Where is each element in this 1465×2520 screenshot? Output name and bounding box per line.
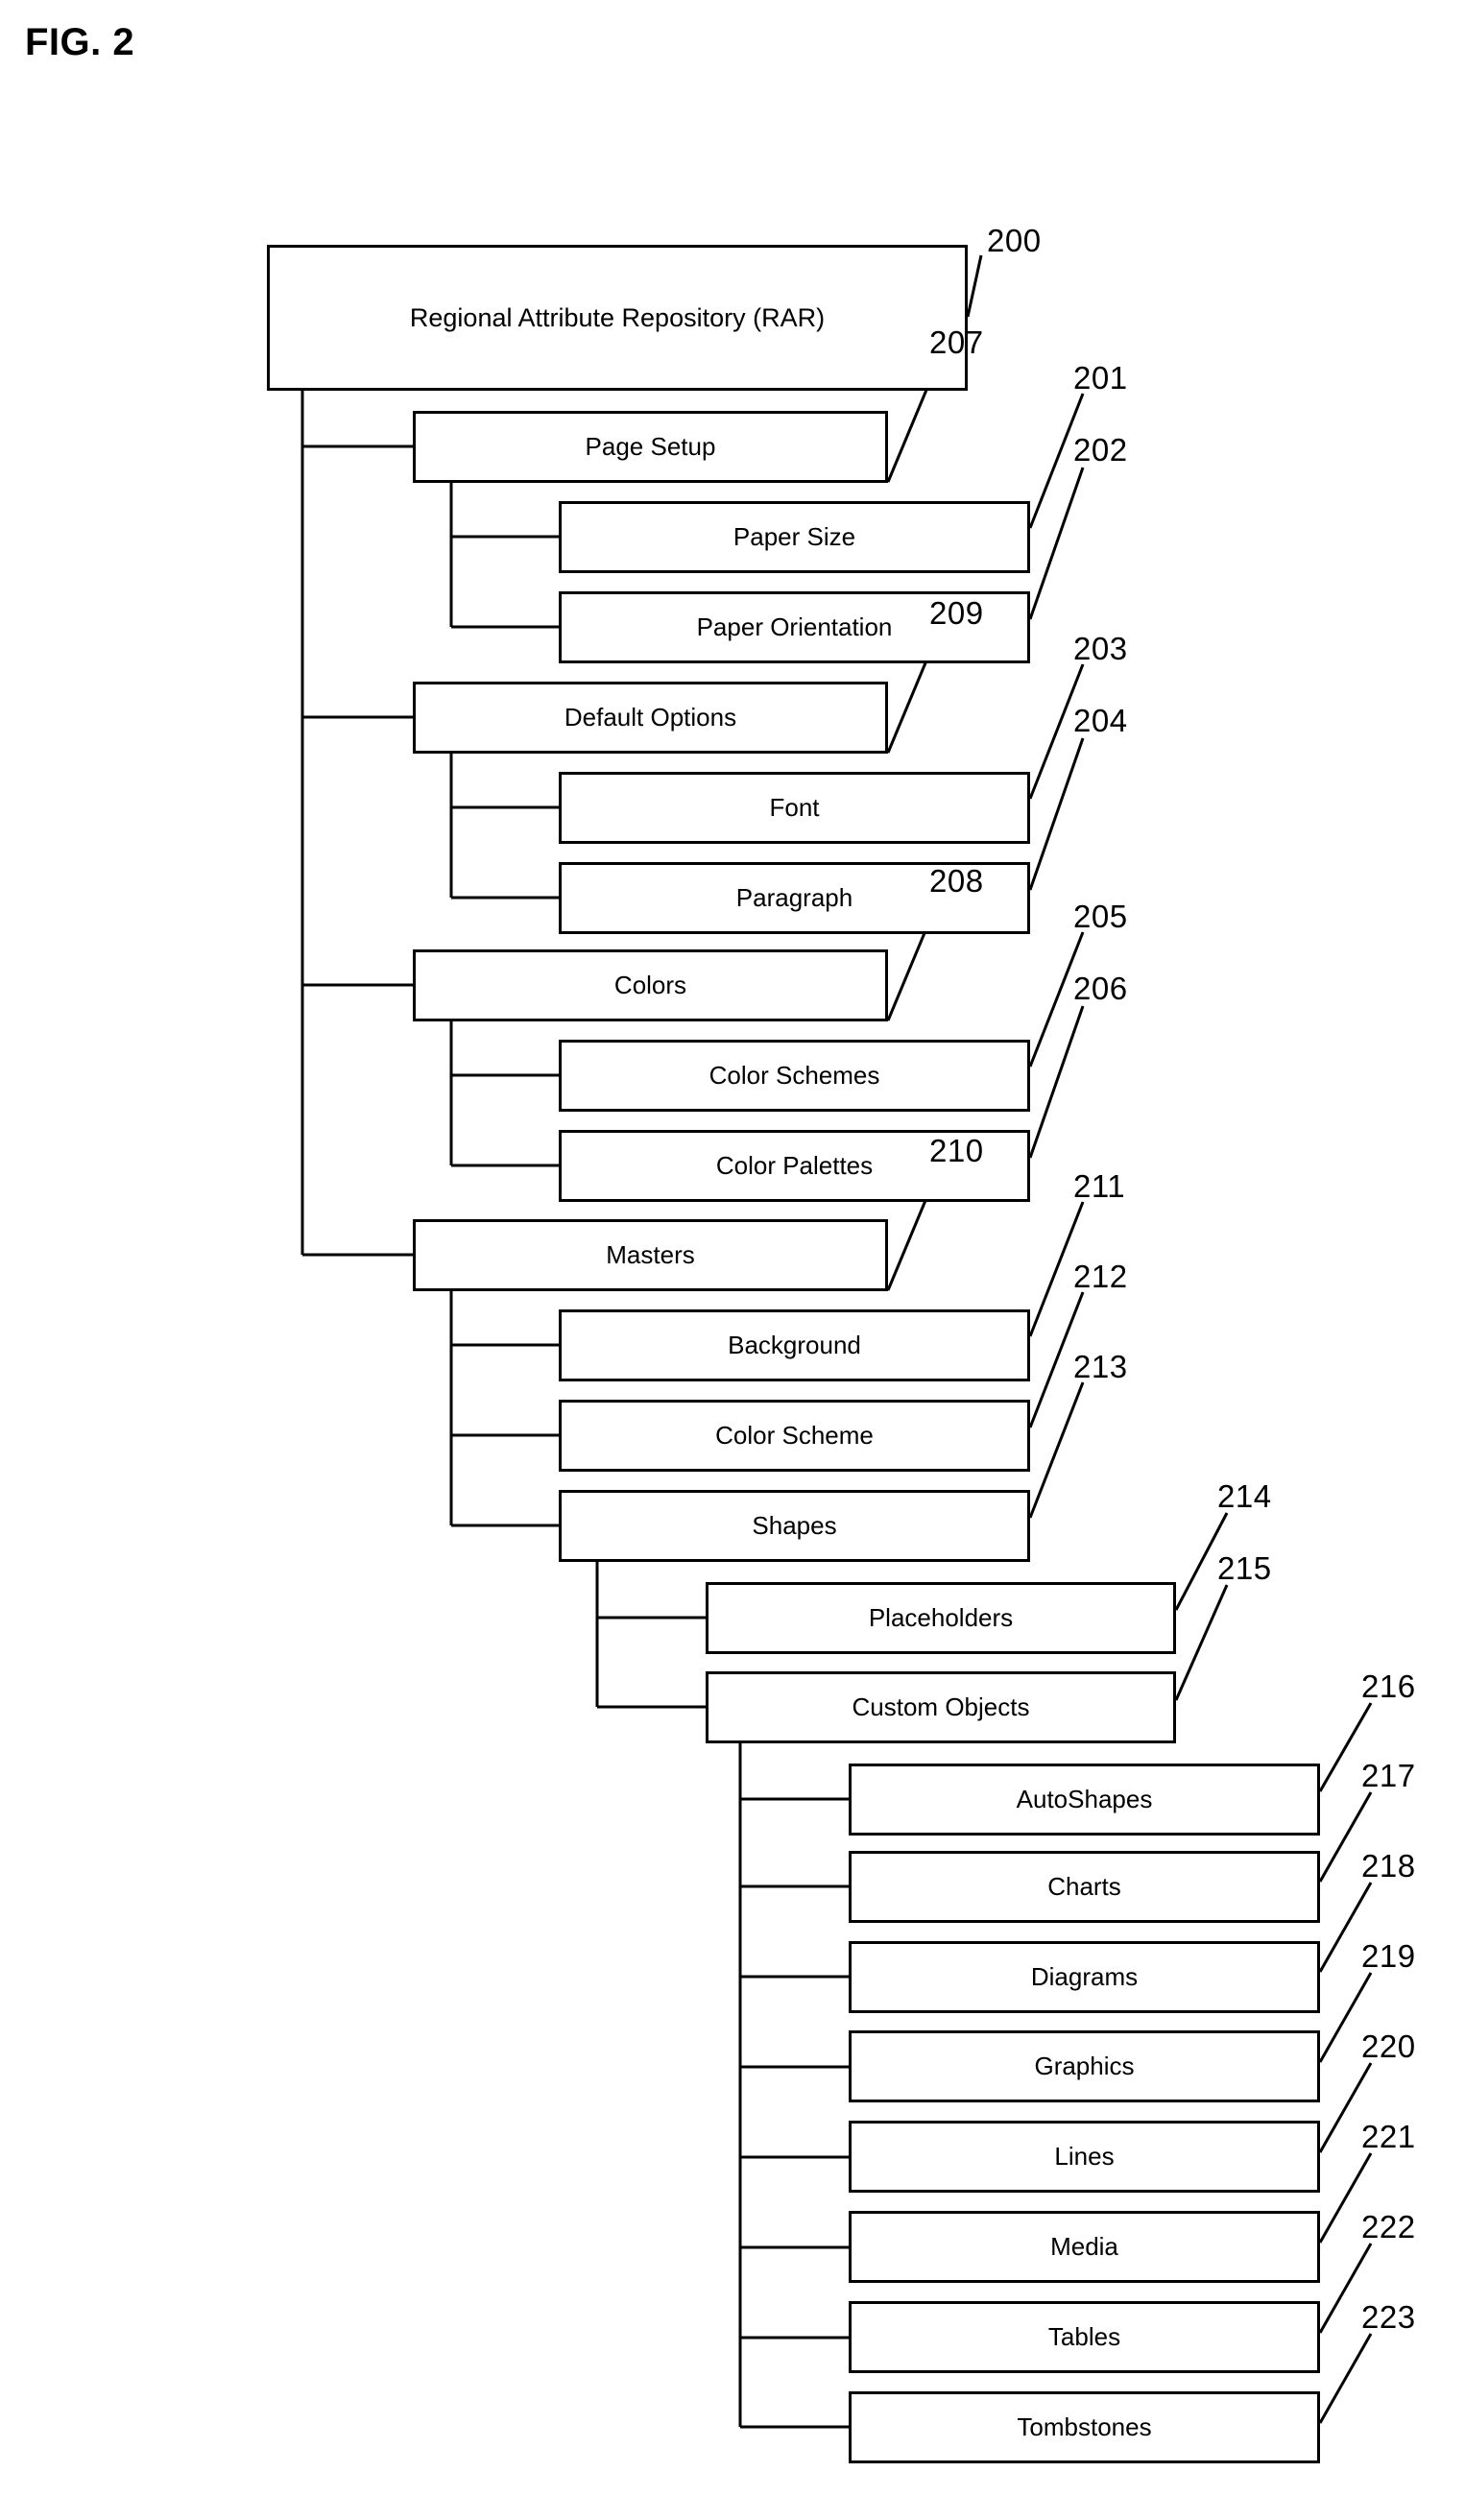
node-label-213: Shapes [752,1511,837,1540]
node-box-208: Colors [413,949,888,1021]
node-box-203: Font [559,772,1030,844]
reference-number-207: 207 [929,324,984,360]
node-label-210: Masters [606,1240,695,1269]
node-label-221: Media [1050,2232,1118,2261]
leader-line-204 [1028,737,1085,891]
node-label-207: Page Setup [585,432,716,461]
reference-number-205: 205 [1073,899,1128,934]
reference-number-216: 216 [1361,1668,1416,1704]
reference-number-206: 206 [1073,971,1128,1006]
leader-line-213 [1028,1381,1085,1519]
node-box-207: Page Setup [413,411,888,483]
node-box-201: Paper Size [559,501,1030,573]
leader-line-206 [1028,1005,1085,1159]
node-box-211: Background [559,1309,1030,1381]
node-label-209: Default Options [564,703,737,732]
leader-line-215 [1174,1584,1229,1701]
node-label-219: Graphics [1034,2052,1135,2080]
node-box-209: Default Options [413,682,888,754]
node-box-215: Custom Objects [706,1671,1176,1743]
reference-number-212: 212 [1073,1259,1128,1294]
node-label-204: Paragraph [735,883,853,912]
leader-line-202 [1028,467,1085,620]
node-box-213: Shapes [559,1490,1030,1562]
node-label-216: AutoShapes [1016,1785,1153,1813]
node-box-216: AutoShapes [849,1764,1320,1836]
node-label-211: Background [728,1331,861,1359]
node-label-212: Color Scheme [715,1421,874,1450]
node-label-208: Colors [613,971,687,999]
reference-number-217: 217 [1361,1758,1416,1793]
node-label-217: Charts [1047,1872,1121,1901]
node-box-220: Lines [849,2121,1320,2193]
reference-number-203: 203 [1073,631,1128,666]
reference-number-208: 208 [929,863,984,899]
leader-line-200 [966,254,983,318]
node-label-202: Paper Orientation [696,612,893,641]
reference-number-215: 215 [1217,1550,1272,1586]
reference-number-211: 211 [1073,1168,1126,1204]
hierarchy-diagram: Regional Attribute Repository (RAR) Page … [0,0,1465,2520]
node-label-220: Lines [1054,2142,1115,2171]
leader-line-223 [1318,2333,1373,2424]
reference-number-210: 210 [929,1133,984,1168]
node-label-223: Tombstones [1017,2412,1152,2441]
node-box-222: Tables [849,2301,1320,2373]
reference-number-209: 209 [929,595,984,631]
node-label-205: Color Schemes [708,1061,880,1090]
reference-number-201: 201 [1073,360,1128,396]
node-label-222: Tables [1047,2322,1121,2351]
node-box-219: Graphics [849,2030,1320,2102]
node-box-205: Color Schemes [559,1040,1030,1112]
node-box-223: Tombstones [849,2391,1320,2463]
reference-number-223: 223 [1361,2299,1416,2335]
node-label-203: Font [769,793,820,822]
node-box-218: Diagrams [849,1941,1320,2013]
reference-number-200: 200 [987,223,1042,258]
node-box-210: Masters [413,1219,888,1291]
node-box-217: Charts [849,1851,1320,1923]
node-label-206: Color Palettes [715,1151,874,1180]
reference-number-222: 222 [1361,2209,1416,2244]
node-label-218: Diagrams [1030,1962,1139,1991]
node-box-214: Placeholders [706,1582,1176,1654]
node-label-214: Placeholders [868,1603,1014,1632]
node-label-201: Paper Size [732,522,856,551]
figure-page: FIG. 2 Regional Attribute Repository (RA… [0,0,1465,2520]
reference-number-220: 220 [1361,2028,1416,2064]
reference-number-221: 221 [1361,2119,1416,2154]
node-label-215: Custom Objects [852,1692,1030,1721]
reference-number-213: 213 [1073,1349,1128,1384]
reference-number-218: 218 [1361,1848,1416,1884]
reference-number-204: 204 [1073,703,1128,738]
reference-number-214: 214 [1217,1478,1272,1514]
node-label-200: Regional Attribute Repository (RAR) [409,302,826,332]
reference-number-219: 219 [1361,1938,1416,1974]
node-box-212: Color Scheme [559,1400,1030,1472]
node-box-200: Regional Attribute Repository (RAR) [267,245,968,391]
reference-number-202: 202 [1073,432,1128,468]
node-box-221: Media [849,2211,1320,2283]
